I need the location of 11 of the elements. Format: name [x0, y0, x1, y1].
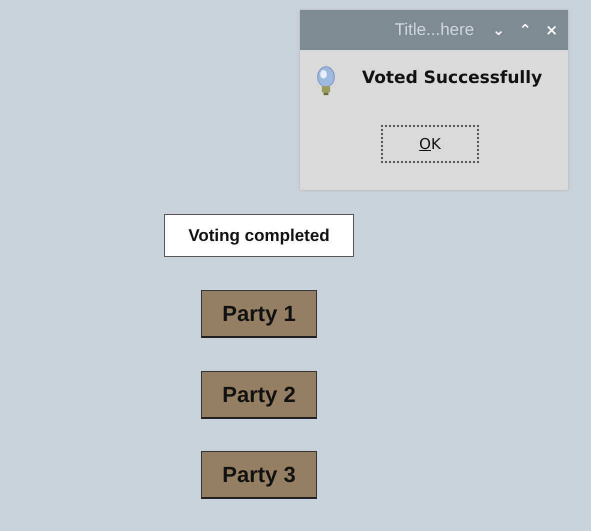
- maximize-button[interactable]: ⌃: [518, 21, 532, 39]
- close-button[interactable]: ×: [545, 21, 558, 39]
- party-button[interactable]: Party 1: [201, 290, 317, 338]
- ok-button[interactable]: OK: [381, 125, 479, 163]
- party-button[interactable]: Party 3: [201, 451, 317, 499]
- party-button[interactable]: Party 2: [201, 371, 317, 419]
- minimize-button[interactable]: ⌄: [492, 21, 505, 39]
- dialog-message: Voted Successfully: [362, 68, 542, 88]
- window-title: Title...here: [394, 20, 474, 40]
- lightbulb-icon: [316, 64, 336, 98]
- status-label: Voting completed: [164, 214, 354, 257]
